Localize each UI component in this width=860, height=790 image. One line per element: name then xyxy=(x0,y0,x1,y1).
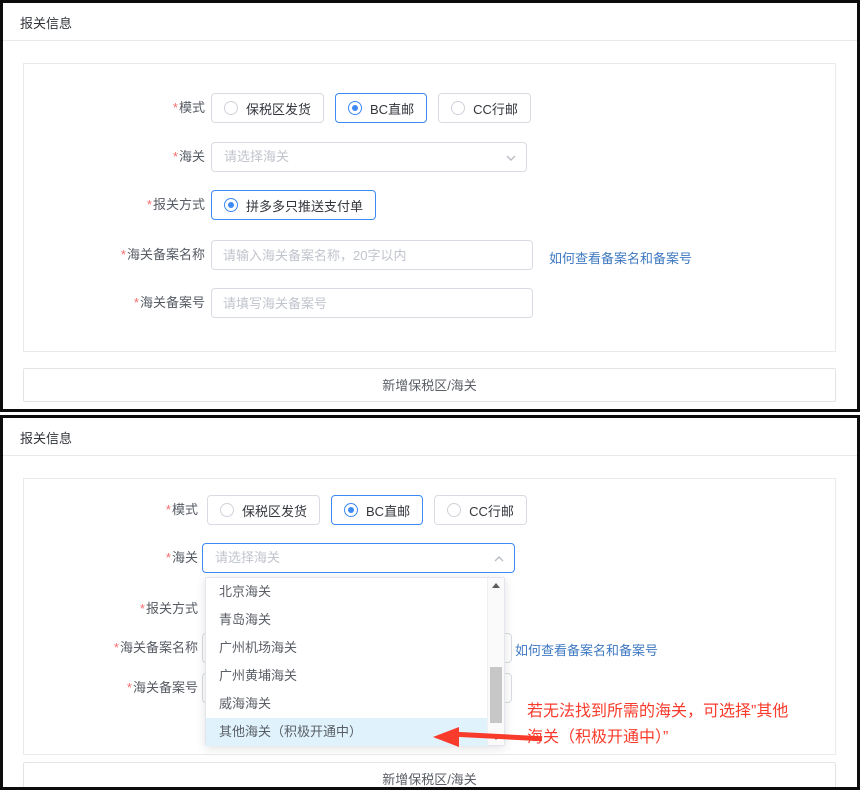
customs-dropdown-list: 北京海关 青岛海关 广州机场海关 广州黄埔海关 威海海关 其他海关（积极开通中） xyxy=(205,577,505,746)
mode-option-bonded-zone[interactable]: 保税区发货 xyxy=(207,495,320,525)
page-title: 报关信息 xyxy=(20,13,72,32)
customs-select-placeholder: 请选择海关 xyxy=(224,143,289,171)
title-divider xyxy=(3,455,857,456)
required-mark: * xyxy=(147,197,152,212)
record-name-label: *海关备案名称 xyxy=(3,633,198,663)
record-name-input[interactable] xyxy=(211,240,533,270)
add-bonded-zone-button[interactable]: 新增保税区/海关 xyxy=(23,368,836,402)
customs-info-panel-top: 报关信息 *模式 保税区发货 BC直邮 CC行邮 *海关 请选择海关 *报关方式 xyxy=(0,0,860,412)
mode-option-bonded-zone[interactable]: 保税区发货 xyxy=(211,93,324,123)
declare-method-option-payment-only[interactable]: 拼多多只推送支付单 xyxy=(211,190,376,220)
record-no-label: *海关备案号 xyxy=(3,673,198,703)
radio-selected-icon xyxy=(348,101,362,115)
dropdown-scrollbar[interactable] xyxy=(487,578,504,745)
required-mark: * xyxy=(140,601,145,616)
mode-option-group: 保税区发货 BC直邮 CC行邮 xyxy=(207,495,527,525)
dropdown-item-guangzhou-airport[interactable]: 广州机场海关 xyxy=(206,634,488,662)
record-no-label: *海关备案号 xyxy=(3,288,205,318)
chevron-down-icon xyxy=(505,152,517,164)
record-help-link[interactable]: 如何查看备案名和备案号 xyxy=(515,640,658,659)
chevron-up-icon xyxy=(493,553,505,565)
red-arrow-icon xyxy=(433,727,459,747)
dropdown-item-guangzhou-huangpu[interactable]: 广州黄埔海关 xyxy=(206,662,488,690)
customs-select[interactable]: 请选择海关 xyxy=(202,543,515,573)
radio-unselected-icon xyxy=(220,503,234,517)
title-divider xyxy=(3,40,857,41)
required-mark: * xyxy=(166,502,171,517)
record-name-label: *海关备案名称 xyxy=(3,240,205,270)
mode-option-bc-direct[interactable]: BC直邮 xyxy=(335,93,427,123)
mode-option-cc-post[interactable]: CC行邮 xyxy=(434,495,527,525)
record-no-input[interactable] xyxy=(211,288,533,318)
required-mark: * xyxy=(114,640,119,655)
record-help-link[interactable]: 如何查看备案名和备案号 xyxy=(549,248,692,267)
mode-option-group: 保税区发货 BC直邮 CC行邮 xyxy=(211,93,531,123)
customs-select-placeholder: 请选择海关 xyxy=(215,544,280,572)
required-mark: * xyxy=(173,149,178,164)
radio-selected-icon xyxy=(344,503,358,517)
page-title: 报关信息 xyxy=(20,428,72,447)
annotation-line-2: 海关（积极开通中）” xyxy=(527,725,788,751)
dropdown-item-qingdao[interactable]: 青岛海关 xyxy=(206,606,488,634)
radio-unselected-icon xyxy=(451,101,465,115)
scroll-up-icon[interactable] xyxy=(488,578,504,594)
declare-method-label: *报关方式 xyxy=(3,594,198,624)
annotation-text: 若无法找到所需的海关，可选择”其他 海关（积极开通中）” xyxy=(527,699,788,751)
radio-unselected-icon xyxy=(224,101,238,115)
customs-info-panel-bottom: 报关信息 *模式 保税区发货 BC直邮 CC行邮 *海关 请选择海关 *报关方式… xyxy=(0,415,860,790)
mode-option-bc-direct[interactable]: BC直邮 xyxy=(331,495,423,525)
mode-option-cc-post[interactable]: CC行邮 xyxy=(438,93,531,123)
dropdown-item-beijing[interactable]: 北京海关 xyxy=(206,578,488,606)
dropdown-item-weihai[interactable]: 威海海关 xyxy=(206,690,488,718)
required-mark: * xyxy=(127,680,132,695)
required-mark: * xyxy=(134,295,139,310)
required-mark: * xyxy=(166,550,171,565)
annotation-line-1: 若无法找到所需的海关，可选择”其他 xyxy=(527,699,788,725)
scrollbar-thumb[interactable] xyxy=(490,667,502,723)
mode-label: *模式 xyxy=(3,495,198,525)
radio-selected-icon xyxy=(224,198,238,212)
customs-label: *海关 xyxy=(3,543,198,573)
add-bonded-zone-button[interactable]: 新增保税区/海关 xyxy=(23,762,836,790)
declare-method-label: *报关方式 xyxy=(3,190,205,220)
customs-label: *海关 xyxy=(3,142,205,172)
mode-label: *模式 xyxy=(3,93,205,123)
required-mark: * xyxy=(173,100,178,115)
radio-unselected-icon xyxy=(447,503,461,517)
required-mark: * xyxy=(121,247,126,262)
customs-select[interactable]: 请选择海关 xyxy=(211,142,527,172)
declare-method-option-group: 拼多多只推送支付单 xyxy=(211,190,376,220)
